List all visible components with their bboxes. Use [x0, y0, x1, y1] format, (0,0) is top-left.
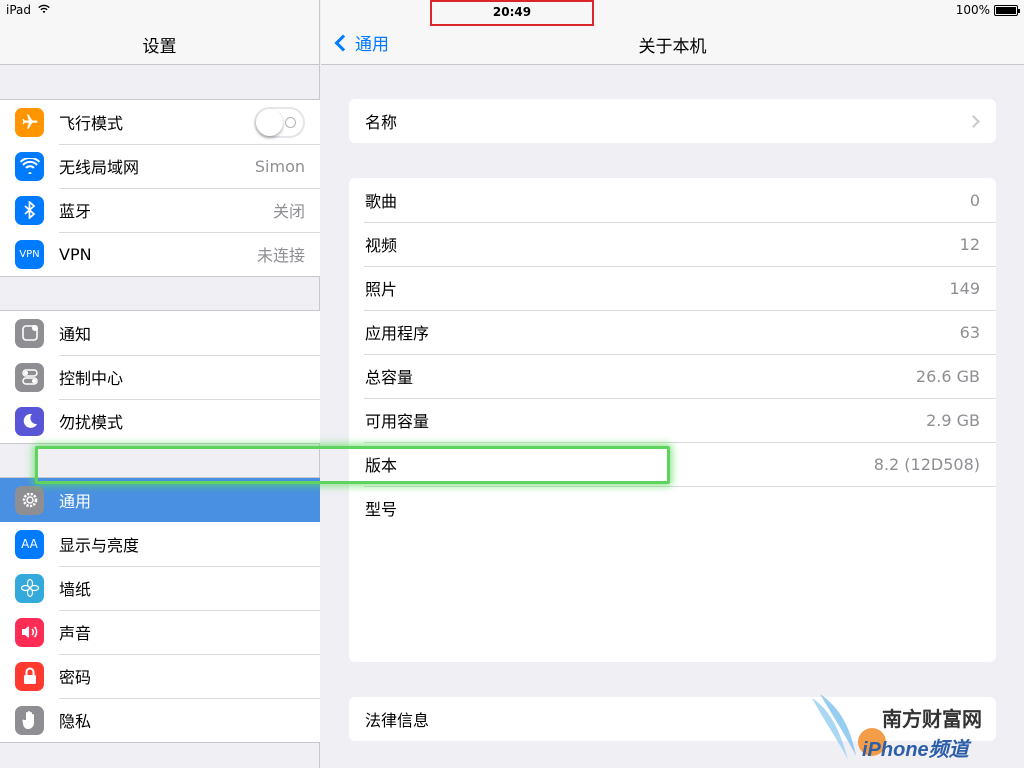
hand-icon — [15, 705, 44, 735]
wallpaper-icon — [15, 573, 44, 603]
info-row-version: 版本 8.2 (12D508) — [349, 442, 996, 486]
name-card: 名称 — [349, 99, 996, 143]
ipad-screen: 设置 飞行模式 无线局域网 Simon 蓝牙 关闭 VPN VPN 未连接 通知… — [0, 0, 1024, 768]
info-row-model: 型号 — [349, 486, 996, 530]
info-row-photos: 照片 149 — [349, 266, 996, 310]
sidebar-title: 设置 — [142, 37, 177, 57]
info-label: 照片 — [365, 280, 398, 299]
sidebar-item-label: 通用 — [59, 492, 92, 511]
legal-label: 法律信息 — [365, 711, 430, 730]
sidebar-item-control-center[interactable]: 控制中心 — [0, 355, 320, 399]
info-value: 26.6 GB — [915, 366, 980, 386]
info-row-capacity: 总容量 26.6 GB — [349, 354, 996, 398]
info-value: 8.2 (12D508) — [873, 454, 980, 474]
status-left: iPad — [6, 3, 51, 17]
sidebar-item-privacy[interactable]: 隐私 — [0, 698, 320, 742]
toggle-off-indicator — [285, 117, 296, 128]
info-label: 版本 — [365, 456, 398, 475]
sidebar-item-do-not-disturb[interactable]: 勿扰模式 — [0, 399, 320, 443]
sidebar-item-label: 勿扰模式 — [59, 413, 124, 432]
bluetooth-icon — [15, 195, 44, 225]
status-right: 100% — [955, 3, 1020, 17]
battery-percent: 100% — [955, 3, 990, 17]
wifi-icon — [15, 151, 44, 181]
vpn-icon: VPN — [15, 239, 44, 269]
status-bar: iPad 20:49 100% — [0, 0, 1024, 26]
sidebar-item-notifications[interactable]: 通知 — [0, 311, 320, 355]
info-row-applications: 应用程序 63 — [349, 310, 996, 354]
sidebar-item-wifi[interactable]: 无线局域网 Simon — [0, 144, 320, 188]
sidebar-item-label: 显示与亮度 — [59, 536, 140, 555]
sidebar-item-airplane-mode[interactable]: 飞行模式 — [0, 100, 320, 144]
battery-fill — [996, 6, 1016, 14]
sidebar-item-label: 墙纸 — [59, 580, 92, 599]
notifications-icon — [15, 318, 44, 348]
airplane-icon — [15, 107, 44, 137]
sidebar-item-label: 声音 — [59, 624, 92, 643]
wifi-network-value: Simon — [254, 156, 305, 176]
sidebar-item-label: 密码 — [59, 668, 92, 687]
bluetooth-status-value: 关闭 — [272, 202, 305, 221]
settings-sidebar: 设置 飞行模式 无线局域网 Simon 蓝牙 关闭 VPN VPN 未连接 通知… — [0, 0, 320, 768]
info-label: 总容量 — [365, 368, 414, 387]
legal-card: 法律信息 — [349, 697, 996, 741]
sidebar-item-label: 蓝牙 — [59, 202, 92, 221]
preferences-group: 通用 AA 显示与亮度 墙纸 声音 密码 隐私 — [0, 477, 320, 743]
sidebar-item-label: 无线局域网 — [59, 158, 140, 177]
info-value: 12 — [959, 234, 980, 254]
about-info-card: 歌曲 0 视频 12 照片 149 应用程序 63 总容量 26.6 GB 可用… — [349, 178, 996, 662]
sidebar-item-label: 隐私 — [59, 712, 92, 731]
airplane-mode-toggle[interactable] — [254, 107, 305, 138]
sidebar-item-bluetooth[interactable]: 蓝牙 关闭 — [0, 188, 320, 232]
info-label: 型号 — [365, 500, 398, 519]
lock-icon — [15, 661, 44, 691]
info-value: 2.9 GB — [926, 410, 980, 430]
sidebar-item-label: VPN — [59, 244, 92, 264]
sidebar-item-display-brightness[interactable]: AA 显示与亮度 — [0, 522, 320, 566]
device-name: iPad — [6, 3, 32, 17]
info-value: 0 — [969, 190, 980, 210]
battery-icon — [994, 4, 1020, 16]
info-value: 63 — [959, 322, 980, 342]
info-row-videos: 视频 12 — [349, 222, 996, 266]
info-label: 应用程序 — [365, 324, 430, 343]
sidebar-item-wallpaper[interactable]: 墙纸 — [0, 566, 320, 610]
info-row-songs: 歌曲 0 — [349, 178, 996, 222]
legal-info-row[interactable]: 法律信息 — [349, 697, 996, 741]
system-group: 通知 控制中心 勿扰模式 — [0, 310, 320, 444]
sidebar-item-label: 控制中心 — [59, 369, 124, 388]
connectivity-group: 飞行模式 无线局域网 Simon 蓝牙 关闭 VPN VPN 未连接 — [0, 99, 320, 277]
info-label: 可用容量 — [365, 412, 430, 431]
control-center-icon — [15, 362, 44, 392]
sidebar-item-passcode[interactable]: 密码 — [0, 654, 320, 698]
gear-icon — [15, 485, 44, 515]
name-label: 名称 — [365, 113, 398, 132]
status-time: 20:49 — [430, 0, 594, 26]
moon-icon — [15, 406, 44, 436]
page-title: 关于本机 — [638, 37, 707, 57]
wifi-status-icon — [37, 3, 51, 17]
display-icon: AA — [15, 529, 44, 559]
info-row-available: 可用容量 2.9 GB — [349, 398, 996, 442]
sidebar-item-label: 飞行模式 — [59, 114, 124, 133]
sidebar-item-general[interactable]: 通用 — [0, 478, 320, 522]
about-detail-pane: 通用 关于本机 名称 歌曲 0 视频 12 照片 149 应用程序 63 总容量… — [321, 0, 1024, 768]
info-value: 149 — [949, 278, 980, 298]
name-row[interactable]: 名称 — [349, 99, 996, 143]
sidebar-item-vpn[interactable]: VPN VPN 未连接 — [0, 232, 320, 276]
toggle-knob — [256, 109, 283, 136]
sidebar-item-sounds[interactable]: 声音 — [0, 610, 320, 654]
sidebar-item-label: 通知 — [59, 325, 92, 344]
sound-icon — [15, 617, 44, 647]
info-label: 歌曲 — [365, 192, 398, 211]
chevron-right-icon — [967, 114, 980, 128]
info-label: 视频 — [365, 236, 398, 255]
vpn-status-value: 未连接 — [256, 246, 305, 265]
